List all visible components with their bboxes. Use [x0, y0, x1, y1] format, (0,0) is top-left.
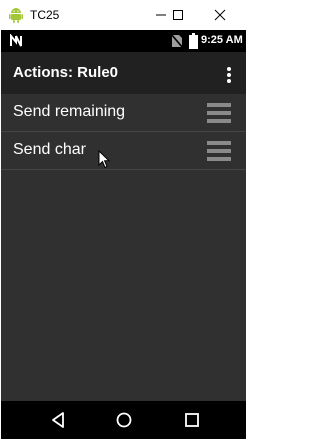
window-title: TC25 — [30, 8, 60, 22]
overflow-menu-icon — [227, 67, 231, 71]
drag-handle-icon[interactable] — [207, 140, 231, 162]
nav-bar — [1, 401, 246, 439]
mouse-cursor-icon — [98, 150, 110, 169]
list-item[interactable]: Send char — [1, 132, 246, 170]
overflow-dot — [227, 79, 231, 83]
no-sim-icon — [171, 34, 183, 48]
maximize-icon — [173, 10, 183, 20]
status-time: 9:25 AM — [201, 34, 243, 46]
status-bar: 9:25 AM — [1, 30, 246, 52]
device-screen: 9:25 AM Actions: Rule0 Send remaining Se… — [1, 30, 246, 439]
list-item-label: Send remaining — [13, 103, 126, 120]
page-title: Actions: Rule0 — [13, 64, 119, 81]
notification-n-icon — [10, 34, 22, 47]
list-item-label: Send char — [13, 141, 86, 158]
close-icon — [214, 9, 226, 21]
list-item[interactable]: Send remaining — [1, 94, 246, 132]
app-bar: Actions: Rule0 — [1, 52, 246, 94]
recents-button[interactable] — [179, 407, 205, 433]
back-button[interactable] — [45, 407, 71, 433]
recents-icon — [185, 413, 199, 427]
window-titlebar: TC25 — [0, 0, 247, 30]
close-button[interactable] — [203, 0, 237, 30]
home-button[interactable] — [111, 407, 137, 433]
maximize-button[interactable] — [161, 0, 195, 30]
overflow-menu-button[interactable] — [219, 60, 239, 88]
overflow-dot — [227, 73, 231, 77]
battery-icon — [189, 33, 198, 49]
home-icon — [116, 412, 132, 428]
action-list: Send remaining Send char — [1, 94, 246, 170]
drag-handle-icon[interactable] — [207, 102, 231, 124]
back-icon — [52, 412, 64, 428]
android-app-icon — [9, 8, 23, 23]
